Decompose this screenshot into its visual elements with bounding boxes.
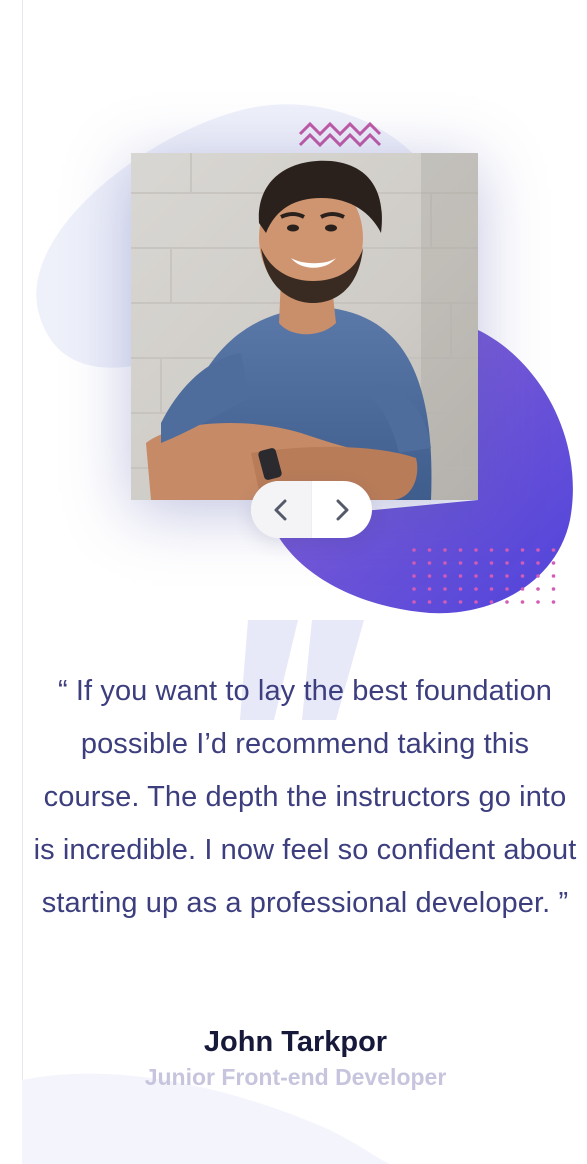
decorative-dot: [412, 587, 416, 591]
decorative-dot: [474, 561, 478, 565]
decorative-dot: [551, 587, 556, 591]
chevron-left-icon: [274, 499, 287, 520]
decorative-dot: [520, 600, 525, 604]
decorative-dot: [474, 587, 478, 591]
decorative-dot: [412, 561, 416, 565]
decorative-dot: [505, 574, 509, 578]
chevron-right-icon: [336, 499, 349, 520]
decorative-dot: [520, 574, 525, 578]
decorative-dot: [458, 561, 463, 565]
decorative-dot: [505, 587, 509, 591]
testimonial-photo: [131, 153, 478, 500]
testimonial-page: “ If you want to lay the best foundation…: [0, 0, 587, 1164]
decorative-dot: [427, 574, 432, 578]
decorative-dot: [474, 574, 478, 578]
decorative-dot: [458, 600, 463, 604]
decorative-dot: [551, 600, 556, 604]
decorative-dot: [412, 574, 416, 578]
testimonial-quote-text: “ If you want to lay the best foundation…: [33, 675, 577, 919]
decorative-dot: [520, 587, 525, 591]
author-role: Junior Front-end Developer: [144, 1064, 447, 1090]
decorative-dot: [443, 574, 447, 578]
person-photo-image: [131, 153, 478, 500]
decorative-dot: [551, 561, 556, 565]
decorative-dot: [443, 561, 447, 565]
decorative-dot: [474, 600, 478, 604]
decorative-dot: [458, 548, 463, 552]
decorative-dot: [536, 574, 540, 578]
decorative-dot: [505, 600, 509, 604]
decorative-dot: [427, 600, 432, 604]
decorative-dot: [536, 587, 540, 591]
decorative-dot: [443, 587, 447, 591]
decorative-dot: [505, 561, 509, 565]
decorative-dot: [427, 548, 432, 552]
author-name: John Tarkpor: [203, 1026, 388, 1058]
decorative-dot: [489, 587, 494, 591]
decorative-dot: [489, 574, 494, 578]
decorative-dot: [520, 561, 525, 565]
decorative-dot: [536, 600, 540, 604]
decorative-dot: [489, 548, 494, 552]
decorative-dot: [458, 587, 463, 591]
decorative-dot: [551, 548, 556, 552]
decorative-dot: [427, 587, 432, 591]
decorative-dot: [474, 548, 478, 552]
decorative-dot: [489, 600, 494, 604]
decorative-dot: [412, 548, 416, 552]
decorative-dot: [520, 548, 525, 552]
decorative-dot: [443, 600, 447, 604]
decorative-dot: [443, 548, 447, 552]
decorative-dot: [505, 548, 509, 552]
next-button[interactable]: [312, 481, 372, 538]
decorative-dot: [551, 574, 556, 578]
decorative-dot: [489, 561, 494, 565]
previous-button[interactable]: [251, 481, 312, 538]
decorative-dot: [536, 561, 540, 565]
decorative-dot: [427, 561, 432, 565]
decorative-dot: [412, 600, 416, 604]
slider-controls: [251, 481, 372, 538]
decorative-dot: [458, 574, 463, 578]
decorative-dot: [536, 548, 540, 552]
